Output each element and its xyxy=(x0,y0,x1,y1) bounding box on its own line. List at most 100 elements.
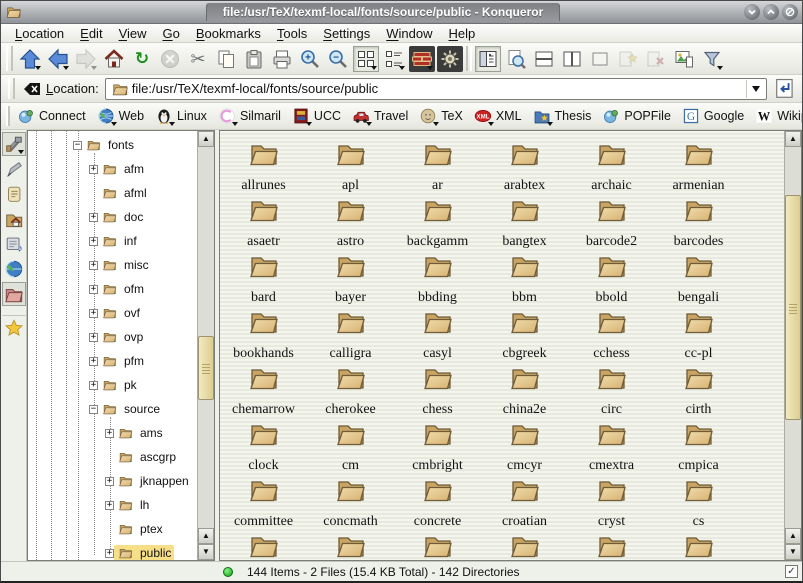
tree-item-ascgrp[interactable]: ascgrp xyxy=(105,445,179,469)
split-horizontal-icon[interactable] xyxy=(531,46,557,72)
file-folder-calligra[interactable]: calligra xyxy=(307,307,394,363)
tree-item-body[interactable]: pk xyxy=(98,377,140,393)
tree-item-body[interactable]: inf xyxy=(98,233,140,249)
file-folder-croatian[interactable]: croatian xyxy=(481,475,568,531)
expand-toggle-icon[interactable]: + xyxy=(105,429,114,438)
scroll-down-icon[interactable]: ▼ xyxy=(785,544,801,560)
main-scrollbar[interactable]: ▲ ▲ ▼ xyxy=(784,131,801,560)
window-menu-folder-icon[interactable] xyxy=(5,4,22,21)
close-icon[interactable] xyxy=(782,4,798,20)
tree-item-misc[interactable]: +misc xyxy=(89,253,152,277)
file-folder-armenian[interactable]: armenian xyxy=(655,139,742,195)
file-folder-concrete[interactable]: concrete xyxy=(394,475,481,531)
bricks-icon[interactable] xyxy=(409,46,435,72)
print-icon[interactable] xyxy=(269,46,295,72)
tree-scrollbar[interactable]: ▲ ▲ ▼ xyxy=(197,131,214,560)
menu-go[interactable]: Go xyxy=(155,26,188,41)
menu-help[interactable]: Help xyxy=(441,26,484,41)
tree-view-icon[interactable] xyxy=(381,46,407,72)
file-folder-astro[interactable]: astro xyxy=(307,195,394,251)
file-folder-asaetr[interactable]: asaetr xyxy=(220,195,307,251)
bookmark-web[interactable]: Web xyxy=(93,105,151,127)
tree-item-source[interactable]: −source xyxy=(89,397,163,421)
bookmark-linux[interactable]: Linux xyxy=(151,105,214,127)
split-vertical-icon[interactable] xyxy=(559,46,585,72)
remove-view-icon[interactable] xyxy=(587,46,613,72)
bookmark-silmaril[interactable]: Silmaril xyxy=(214,105,288,127)
gear-icon[interactable] xyxy=(437,46,463,72)
menu-location[interactable]: Location xyxy=(7,26,72,41)
sidebar-web-sidebar-icon[interactable] xyxy=(2,157,26,181)
file-folder-clipped[interactable] xyxy=(568,531,655,560)
menu-tools[interactable]: Tools xyxy=(269,26,315,41)
file-folder-clipped[interactable] xyxy=(220,531,307,560)
tree-item-inf[interactable]: +inf xyxy=(89,229,140,253)
location-combobox[interactable]: file:/usr/TeX/texmf-local/fonts/source/p… xyxy=(105,78,767,100)
tree-item-pfm[interactable]: +pfm xyxy=(89,349,147,373)
file-folder-clipped[interactable] xyxy=(481,531,568,560)
file-folder-cmcyr[interactable]: cmcyr xyxy=(481,419,568,475)
filter-icon[interactable] xyxy=(699,46,725,72)
file-folder-cryst[interactable]: cryst xyxy=(568,475,655,531)
expand-toggle-icon[interactable]: + xyxy=(89,213,98,222)
file-folder-committee[interactable]: committee xyxy=(220,475,307,531)
clear-location-icon[interactable] xyxy=(22,81,42,97)
menu-settings[interactable]: Settings xyxy=(315,26,378,41)
tree-item-body[interactable]: fonts xyxy=(82,137,137,153)
collapse-toggle-icon[interactable]: − xyxy=(89,405,98,414)
tree-item-body[interactable]: ptex xyxy=(114,521,166,537)
file-folder-backgamm[interactable]: backgamm xyxy=(394,195,481,251)
file-folder-barcode2[interactable]: barcode2 xyxy=(568,195,655,251)
bookmark-google[interactable]: GGoogle xyxy=(678,105,751,127)
file-folder-cirth[interactable]: cirth xyxy=(655,363,742,419)
sidebar-network-icon[interactable] xyxy=(2,257,26,281)
tree-item-body[interactable]: ovf xyxy=(98,305,143,321)
file-folder-archaic[interactable]: archaic xyxy=(568,139,655,195)
tree-item-ams[interactable]: +ams xyxy=(105,421,166,445)
file-folder-clock[interactable]: clock xyxy=(220,419,307,475)
selected-tree-item[interactable]: public xyxy=(114,545,174,561)
tree-item-afml[interactable]: afml xyxy=(89,181,150,205)
file-folder-arabtex[interactable]: arabtex xyxy=(481,139,568,195)
file-folder-cbgreek[interactable]: cbgreek xyxy=(481,307,568,363)
expand-toggle-icon[interactable]: + xyxy=(89,357,98,366)
bookmark-ucc[interactable]: UCC xyxy=(288,105,348,127)
toolbar-grip[interactable] xyxy=(8,78,15,100)
tree-item-body[interactable]: jknappen xyxy=(114,473,192,489)
menu-bookmarks[interactable]: Bookmarks xyxy=(188,26,269,41)
file-folder-cmpica[interactable]: cmpica xyxy=(655,419,742,475)
title-bar[interactable]: file:/usr/TeX/texmf-local/fonts/source/p… xyxy=(1,1,802,24)
file-folder-cs[interactable]: cs xyxy=(655,475,742,531)
expand-toggle-icon[interactable]: + xyxy=(89,165,98,174)
tree-item-afm[interactable]: +afm xyxy=(89,157,147,181)
file-folder-ar[interactable]: ar xyxy=(394,139,481,195)
scroll-up-icon[interactable]: ▲ xyxy=(785,528,801,544)
file-folder-clipped[interactable] xyxy=(394,531,481,560)
file-folder-bayer[interactable]: bayer xyxy=(307,251,394,307)
go-button[interactable] xyxy=(772,77,798,101)
expand-toggle-icon[interactable]: + xyxy=(89,309,98,318)
sidebar-home-folder-icon[interactable] xyxy=(2,207,26,231)
file-folder-cmextra[interactable]: cmextra xyxy=(568,419,655,475)
expand-toggle-icon[interactable]: + xyxy=(105,549,114,558)
file-folder-chess[interactable]: chess xyxy=(394,363,481,419)
back-arrow-icon[interactable] xyxy=(45,46,71,72)
up-arrow-icon[interactable] xyxy=(17,46,43,72)
file-folder-bengali[interactable]: bengali xyxy=(655,251,742,307)
file-folder-allrunes[interactable]: allrunes xyxy=(220,139,307,195)
home-icon[interactable] xyxy=(101,46,127,72)
file-folder-chemarrow[interactable]: chemarrow xyxy=(220,363,307,419)
bookmark-wikipedia[interactable]: WWikipedia xyxy=(751,105,803,127)
main-scrollbar-thumb[interactable] xyxy=(785,195,801,420)
file-folder-bard[interactable]: bard xyxy=(220,251,307,307)
cut-icon[interactable]: ✂ xyxy=(185,46,211,72)
scroll-down-icon[interactable]: ▼ xyxy=(198,544,214,560)
find-icon[interactable] xyxy=(503,46,529,72)
tree-item-ovp[interactable]: +ovp xyxy=(89,325,146,349)
file-folder-cc-pl[interactable]: cc-pl xyxy=(655,307,742,363)
file-folder-concmath[interactable]: concmath xyxy=(307,475,394,531)
tree-item-body[interactable]: ams xyxy=(114,425,166,441)
file-folder-clipped[interactable] xyxy=(655,531,742,560)
bookmark-connect[interactable]: Connect xyxy=(13,105,93,127)
file-folder-bbold[interactable]: bbold xyxy=(568,251,655,307)
